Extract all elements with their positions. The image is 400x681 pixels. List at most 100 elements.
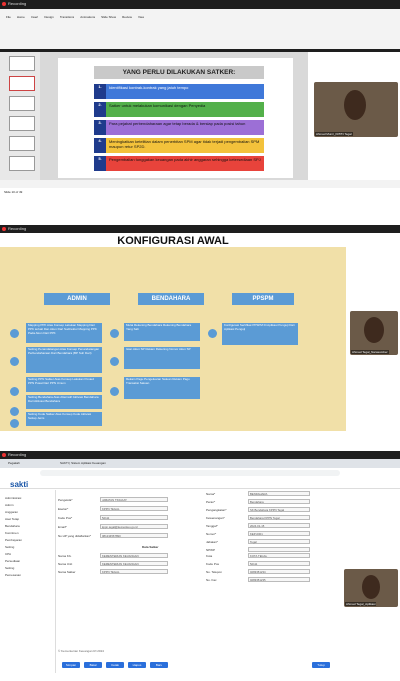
sidebar-item[interactable]: Admin [5,503,14,507]
field-input[interactable]: KEMENTERIAN KEUANGAN [100,561,168,566]
tab-file[interactable]: File [6,16,11,20]
slide-point: 1. Identifikasi kontrak-kontrak yang jatu… [94,84,264,99]
field-label: Kode Pos [206,562,220,566]
point-number: 4. [94,138,106,153]
field-input[interactable]: KEP-0001 [248,531,310,536]
presenter-video: Ahmad Tegal_Narasumber [350,311,398,355]
recording-indicator: Recording [2,226,26,231]
recording-label: Recording [8,226,27,231]
slide-point: 2. Satker untuk melakukan komunikasi deng… [94,102,264,117]
field-input[interactable]: 2024-01-15 [248,523,310,528]
browser-tab[interactable]: Pegakah [8,462,20,466]
column-bendahara: BENDAHARA [138,293,204,305]
field-input[interactable]: KEMENTERIAN KEUANGAN [100,553,168,558]
form-panel: Data Satker Pengelola* JABATAN TINGKAT Ese… [58,490,338,673]
field-input[interactable] [248,547,310,552]
presenter-avatar [344,90,366,120]
field-input[interactable]: Bendahara [248,499,310,504]
screenshot-sakti-app: Recording Pegakah SAKTI | Sistem Aplikas… [0,451,400,681]
slide-thumbnail-active[interactable] [9,76,35,91]
slide-counter: Slide 10 of 49 [4,190,23,194]
field-label: Nama Unit [58,562,73,566]
field-input[interactable]: KPPN TEGAL [100,569,168,574]
step-circle [110,357,119,366]
sakti-logo: sakti [10,480,29,489]
tab-home[interactable]: Home [17,16,25,20]
section-title: Data Satker [142,545,159,549]
slide-thumbnail[interactable] [9,116,35,131]
recording-label: Recording [8,452,27,457]
field-input[interactable]: KOTA TEGAL [248,553,310,558]
address-bar[interactable]: sakti.kemenkeu.go.id/adm-bendahara/setti… [40,470,340,484]
action-button[interactable]: Hapus [128,662,146,668]
recording-indicator: Recording [2,1,26,6]
field-label: Peran* [206,500,216,504]
bendahara-box: Mulai Rekening Bendahara Rekening Bendah… [124,323,200,341]
step-circle [10,407,19,416]
action-button[interactable]: Simpan [62,662,80,668]
tab-view[interactable]: View [138,16,144,20]
field-input[interactable]: KPPN TEGAL [100,506,168,511]
field-label: Email* [58,525,67,529]
sidebar-item[interactable]: Pembayaran [5,538,22,542]
slide-point: 3. Para pejabat perbendaharaan agar tetap… [94,120,264,135]
bendahara-box: Rekam Pagu Pengeluaran Satuan Rekam Pagu… [124,377,200,399]
slide: YANG PERLU DILAKUKAN SATKER: 1. Identifik… [58,58,293,178]
presenter-avatar [364,317,384,343]
bendahara-box: Isian Akun SP Rekam Rekening Nomor Akun … [124,347,200,369]
sidebar-item[interactable]: Administrasi [5,496,21,500]
slide-thumbnail[interactable] [9,136,35,151]
tab-transitions[interactable]: Transitions [60,16,75,20]
step-circle [110,387,119,396]
action-button[interactable]: Tutup [312,662,330,668]
field-input[interactable]: 52111 [100,515,168,520]
admin-box: Setting Kode Satker Atas Konsep Kode Akt… [26,412,102,426]
sidebar-item[interactable]: Persediaan [5,559,20,563]
slide-thumbnail[interactable] [9,156,35,171]
ppspm-box: Konfigurasi Sertifikat PPSPM Di Aplikasi… [222,323,298,345]
action-button[interactable]: Baru [150,662,168,668]
field-label: Pengelola* [58,498,73,502]
slide-title: KONFIGURASI AWAL [117,235,229,247]
browser-tab-active[interactable]: SAKTI | Sistem Aplikasi Keuangan [60,462,106,466]
tab-animations[interactable]: Animations [80,16,95,20]
tab-design[interactable]: Design [44,16,53,20]
field-input[interactable]: 52111 [248,561,310,566]
field-input[interactable]: Tegal [248,539,310,544]
field-input[interactable]: JABATAN TINGKAT [100,497,168,502]
tab-review[interactable]: Review [122,16,132,20]
action-button[interactable]: Cetak [106,662,124,668]
point-number: 3. [94,120,106,135]
step-circle [208,329,217,338]
point-number: 5. [94,156,106,171]
sidebar-item[interactable]: CPA [5,552,11,556]
field-label: Nama K/L [58,554,72,558]
field-input[interactable]: Bendahara KPPN Tegal [248,515,310,520]
sidebar-item[interactable]: Anggaran [5,510,18,514]
sidebar-item[interactable]: Aset Tetap [5,517,19,521]
sidebar-item[interactable]: Setting [5,545,14,549]
field-label: Nomor* [206,532,217,536]
sidebar-item[interactable]: Komitmen [5,531,19,535]
field-input[interactable]: 0283351235 [248,577,310,582]
slide-thumbnail[interactable] [9,56,35,71]
field-input[interactable]: 081234567890 [100,533,168,538]
field-input[interactable]: SK Bendahara KPPN Tegal [248,507,310,512]
tab-slideshow[interactable]: Slide Show [101,16,116,20]
screenshot-config-slide: Recording KONFIGURASI AWAL ADMIN BENDAHA… [0,225,400,437]
sidebar-item[interactable]: Setting [5,566,14,570]
step-circle [10,387,19,396]
field-input[interactable]: kppn.tegal@kemenkeu.go.id [100,524,168,529]
tab-insert[interactable]: Insert [31,16,39,20]
action-button[interactable]: Batal [84,662,102,668]
field-input[interactable]: BENDAHARA [248,491,310,496]
slide-title: YANG PERLU DILAKUKAN SATKER: [94,66,264,79]
slide-thumbnail[interactable] [9,96,35,111]
sidebar-item[interactable]: Bendahara [5,524,20,528]
ribbon-tabs: File Home Insert Design Transitions Anim… [6,16,144,20]
field-label: Jabatan* [206,540,218,544]
field-input[interactable]: 0283351234 [248,569,310,574]
record-dot-icon [2,226,6,231]
sidebar-item[interactable]: Pemesanan [5,573,21,577]
recording-indicator: Recording [2,452,26,457]
